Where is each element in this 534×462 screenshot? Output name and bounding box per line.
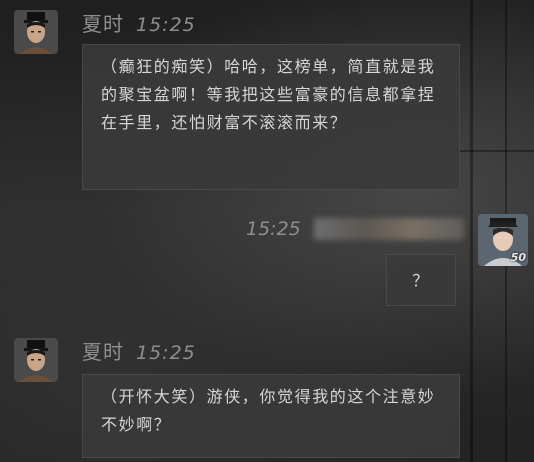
incoming-message-bubble[interactable]: （开怀大笑）游侠，你觉得我的这个注意妙不妙啊？ [82, 374, 460, 458]
player-name-blurred [314, 218, 464, 240]
sender-header: 夏时 15:25 [82, 8, 196, 37]
sender-name: 夏时 [82, 340, 124, 364]
player-level-badge: 50 [510, 251, 526, 264]
message-text: ？ [412, 271, 430, 290]
message-time: 15:25 [136, 342, 196, 364]
npc-portrait-icon [14, 338, 58, 382]
npc-avatar[interactable] [14, 10, 58, 54]
outgoing-message-bubble[interactable]: ？ [386, 254, 456, 306]
message-time: 15:25 [246, 218, 301, 240]
message-text: （癫狂的痴笑）哈哈，这榜单，简直就是我的聚宝盆啊！等我把这些富豪的信息都拿捏在手… [101, 57, 436, 132]
npc-avatar[interactable] [14, 338, 58, 382]
incoming-message-bubble[interactable]: （癫狂的痴笑）哈哈，这榜单，简直就是我的聚宝盆啊！等我把这些富豪的信息都拿捏在手… [82, 44, 460, 190]
message-time: 15:25 [136, 14, 196, 36]
message-text: （开怀大笑）游侠，你觉得我的这个注意妙不妙啊？ [101, 387, 436, 434]
sender-header: 夏时 15:25 [82, 336, 196, 365]
player-avatar[interactable]: 50 [478, 214, 528, 266]
npc-portrait-icon [14, 10, 58, 54]
background-beam [470, 0, 473, 462]
player-header: 15:25 [246, 218, 301, 240]
sender-name: 夏时 [82, 12, 124, 36]
